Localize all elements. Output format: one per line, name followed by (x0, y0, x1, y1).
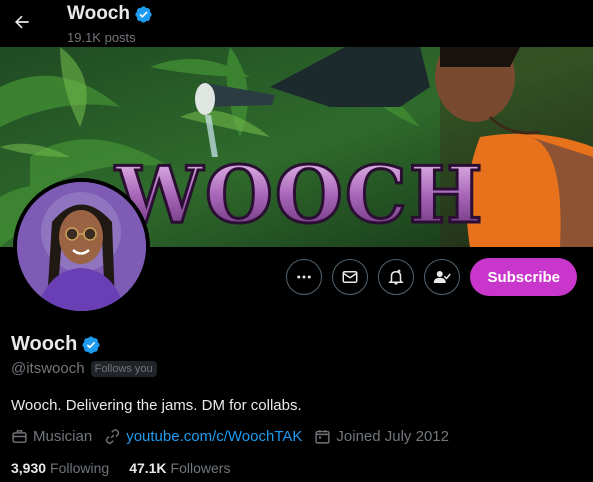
profile-meta: Musician youtube.com/c/WoochTAK Joined J… (11, 428, 449, 445)
handle-row: @itswooch Follows you (11, 360, 157, 377)
profile-stats: 3,930 Following 47.1K Followers (11, 460, 230, 476)
follows-you-badge: Follows you (90, 360, 157, 377)
verified-badge-icon (135, 5, 152, 23)
subscribe-button[interactable]: Subscribe (470, 258, 577, 296)
notifications-button[interactable] (378, 259, 415, 295)
calendar-icon (315, 430, 330, 444)
link-icon (105, 429, 120, 444)
following-label: Following (50, 460, 110, 476)
more-options-button[interactable] (286, 259, 323, 295)
category-text: Musician (33, 428, 93, 445)
website-link[interactable]: youtube.com/c/WoochTAK (126, 428, 302, 445)
message-button[interactable] (332, 259, 369, 295)
meta-joined: Joined July 2012 (314, 428, 449, 445)
profile-display-name: Wooch (11, 333, 101, 356)
avatar-image (17, 182, 146, 311)
arrow-left-icon (15, 15, 29, 29)
following-button[interactable] (424, 259, 461, 295)
verified-badge-icon[interactable] (81, 335, 101, 355)
bell-plus-icon (388, 269, 405, 285)
profile-bio: Wooch. Delivering the jams. DM for colla… (11, 397, 302, 414)
meta-website: youtube.com/c/WoochTAK (104, 428, 302, 445)
person-check-icon (434, 271, 452, 283)
top-bar: Wooch 19.1K posts (0, 0, 593, 47)
followers-stat[interactable]: 47.1K Followers (129, 460, 230, 476)
profile-handle: @itswooch (11, 360, 85, 377)
followers-count: 47.1K (129, 460, 167, 476)
following-stat[interactable]: 3,930 Following (11, 460, 109, 476)
display-name-text: Wooch (11, 333, 78, 355)
profile-avatar[interactable] (13, 178, 150, 315)
header-name: Wooch (67, 3, 130, 24)
briefcase-icon (12, 430, 27, 443)
more-dots-icon (297, 275, 312, 279)
following-count: 3,930 (11, 460, 47, 476)
followers-label: Followers (170, 460, 231, 476)
banner-title: WOOCH (114, 150, 484, 241)
post-count: 19.1K posts (67, 30, 136, 45)
back-button[interactable] (6, 6, 38, 38)
meta-category: Musician (11, 428, 92, 445)
profile-actions: Subscribe (286, 258, 577, 296)
envelope-icon (342, 271, 358, 283)
joined-text: Joined July 2012 (336, 428, 449, 445)
header-title: Wooch (67, 3, 153, 25)
